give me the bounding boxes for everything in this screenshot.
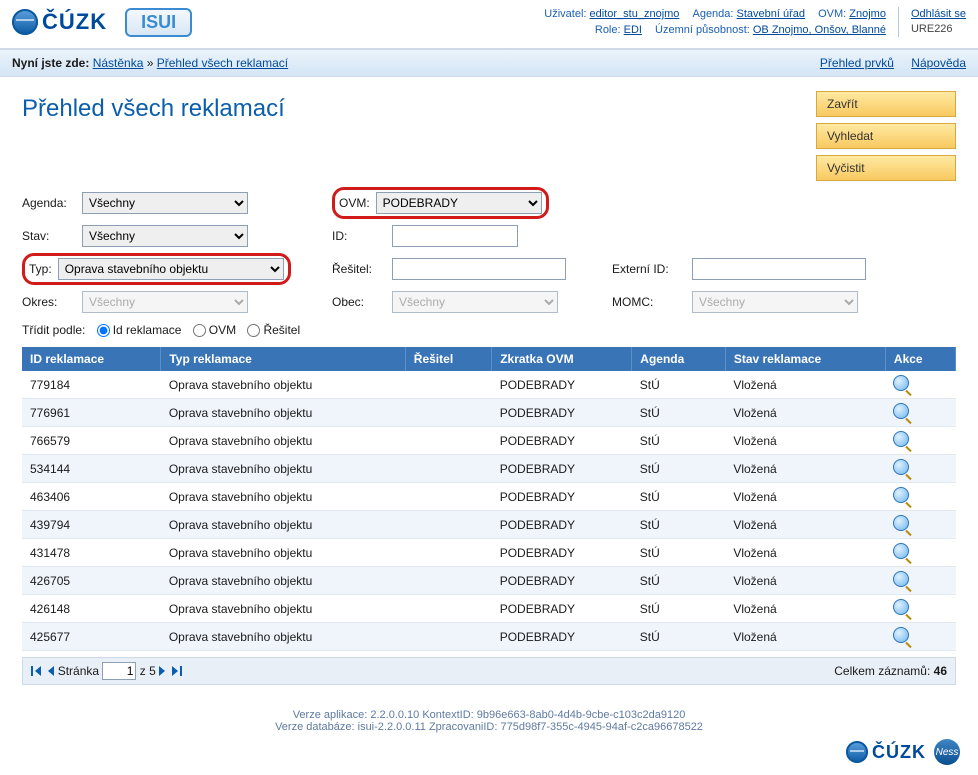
sort-resitel-radio[interactable]: [247, 324, 260, 337]
label-typ: Typ:: [29, 262, 52, 276]
app-header: ČÚZK ISUI Uživatel: editor_stu_znojmo Ag…: [0, 0, 978, 49]
footer-logo-ness: Ness: [934, 739, 960, 765]
breadcrumb-item-1[interactable]: Přehled všech reklamací: [157, 56, 288, 70]
pager-prev-icon[interactable]: [48, 666, 54, 676]
label-agenda: Agenda:: [22, 196, 82, 210]
pager-total-label: Celkem záznamů:: [834, 664, 930, 678]
page-title: Přehled všech reklamací: [22, 95, 285, 123]
detail-icon[interactable]: [893, 487, 909, 503]
ovm-highlight: OVM: PODEBRADY: [332, 187, 549, 219]
externi-input[interactable]: [692, 258, 866, 280]
label-ovm: OVM:: [339, 196, 370, 210]
pager-first-icon[interactable]: [31, 666, 33, 676]
typ-highlight: Typ: Oprava stavebního objektu: [22, 253, 291, 285]
detail-icon[interactable]: [893, 431, 909, 447]
close-button[interactable]: Zavřít: [816, 91, 956, 117]
sort-id-radio[interactable]: [97, 324, 110, 337]
logout-link[interactable]: Odhlásit se: [911, 8, 966, 20]
ovm-select[interactable]: PODEBRADY: [376, 192, 542, 214]
col-4[interactable]: Agenda: [632, 347, 726, 371]
header-info: Uživatel: editor_stu_znojmo Agenda: Stav…: [534, 6, 886, 38]
link-prehled-prvku[interactable]: Přehled prvků: [820, 56, 894, 70]
detail-icon[interactable]: [893, 599, 909, 615]
user-link[interactable]: editor_stu_znojmo: [590, 8, 680, 20]
pager-last-arrow-icon[interactable]: [172, 666, 178, 676]
table-row: 766579Oprava stavebního objektuPODEBRADY…: [22, 427, 956, 455]
detail-icon[interactable]: [893, 459, 909, 475]
col-2[interactable]: Řešitel: [405, 347, 491, 371]
resitel-input[interactable]: [392, 258, 566, 280]
footer: Verze aplikace: 2.2.0.0.10 KontextID: 9b…: [0, 693, 978, 775]
ovm-link[interactable]: Znojmo: [849, 8, 886, 20]
col-6[interactable]: Akce: [885, 347, 955, 371]
col-1[interactable]: Typ reklamace: [161, 347, 405, 371]
logo-cuzk: ČÚZK: [12, 9, 107, 35]
table-row: 534144Oprava stavebního objektuPODEBRADY…: [22, 455, 956, 483]
okres-select[interactable]: Všechny: [82, 291, 248, 313]
sort-ovm-radio[interactable]: [193, 324, 206, 337]
table-row: 425677Oprava stavebního objektuPODEBRADY…: [22, 623, 956, 651]
detail-icon[interactable]: [893, 375, 909, 391]
detail-icon[interactable]: [893, 571, 909, 587]
region-link[interactable]: OB Znojmo, Onšov, Blanné: [753, 24, 886, 36]
pager-next-icon[interactable]: [159, 666, 165, 676]
link-napoveda[interactable]: Nápověda: [911, 56, 966, 70]
obec-select[interactable]: Všechny: [392, 291, 558, 313]
table-row: 463406Oprava stavebního objektuPODEBRADY…: [22, 483, 956, 511]
footer-logo-cuzk: ČÚZK: [846, 739, 926, 765]
detail-icon[interactable]: [893, 515, 909, 531]
sort-label: Třídit podle:: [22, 323, 85, 337]
breadcrumb: Nyní jste zde: Nástěnka » Přehled všech …: [0, 49, 978, 77]
label-stav: Stav:: [22, 229, 82, 243]
pager: Stránka z 5 Celkem záznamů: 46: [22, 657, 956, 685]
label-id: ID:: [332, 229, 392, 243]
breadcrumb-item-0[interactable]: Nástěnka: [93, 56, 144, 70]
col-5[interactable]: Stav reklamace: [725, 347, 885, 371]
col-0[interactable]: ID reklamace: [22, 347, 161, 371]
pager-label: Stránka: [58, 664, 99, 678]
logo-isui: ISUI: [125, 8, 192, 37]
breadcrumb-prefix: Nyní jste zde:: [12, 56, 89, 70]
globe-icon: [12, 9, 38, 35]
detail-icon[interactable]: [893, 403, 909, 419]
col-3[interactable]: Zkratka OVM: [492, 347, 632, 371]
pager-last-icon[interactable]: [180, 666, 182, 676]
table-row: 431478Oprava stavebního objektuPODEBRADY…: [22, 539, 956, 567]
pager-total: 46: [934, 664, 947, 678]
table-row: 439794Oprava stavebního objektuPODEBRADY…: [22, 511, 956, 539]
label-momc: MOMC:: [612, 295, 692, 309]
sort-row: Třídit podle: Id reklamace OVM Řešitel: [22, 323, 956, 337]
label-externi: Externí ID:: [612, 262, 692, 276]
role-link[interactable]: EDI: [624, 24, 642, 36]
table-row: 426148Oprava stavebního objektuPODEBRADY…: [22, 595, 956, 623]
footer-line1: Verze aplikace: 2.2.0.0.10 KontextID: 9b…: [0, 709, 978, 721]
label-okres: Okres:: [22, 295, 82, 309]
pager-page-input[interactable]: [102, 662, 136, 680]
id-input[interactable]: [392, 225, 518, 247]
logo-cuzk-text: ČÚZK: [42, 9, 107, 35]
pager-total-pages: 5: [149, 664, 156, 678]
label-obec: Obec:: [332, 295, 392, 309]
pager-first-arrow-icon[interactable]: [35, 666, 41, 676]
typ-select[interactable]: Oprava stavebního objektu: [58, 258, 284, 280]
stav-select[interactable]: Všechny: [82, 225, 248, 247]
agenda-link[interactable]: Stavební úřad: [737, 8, 806, 20]
agenda-select[interactable]: Všechny: [82, 192, 248, 214]
table-row: 779184Oprava stavebního objektuPODEBRADY…: [22, 371, 956, 399]
table-row: 776961Oprava stavebního objektuPODEBRADY…: [22, 399, 956, 427]
detail-icon[interactable]: [893, 627, 909, 643]
footer-line2: Verze databáze: isui-2.2.0.0.11 Zpracova…: [0, 721, 978, 733]
clear-button[interactable]: Vyčistit: [816, 155, 956, 181]
search-button[interactable]: Vyhledat: [816, 123, 956, 149]
results-table: ID reklamaceTyp reklamaceŘešitelZkratka …: [22, 347, 956, 651]
detail-icon[interactable]: [893, 543, 909, 559]
globe-icon: [846, 741, 868, 763]
filter-panel: Agenda: Všechny OVM: PODEBRADY Stav: Vše…: [22, 187, 956, 313]
momc-select[interactable]: Všechny: [692, 291, 858, 313]
label-resitel: Řešitel:: [332, 262, 392, 276]
table-row: 426705Oprava stavebního objektuPODEBRADY…: [22, 567, 956, 595]
app-id: URE226: [911, 23, 953, 35]
